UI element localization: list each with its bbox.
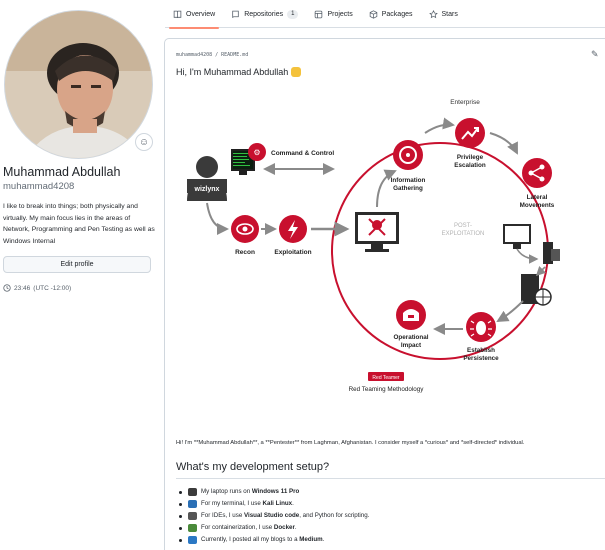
tab-overview[interactable]: Overview <box>165 0 223 29</box>
tab-packages-label: Packages <box>381 10 413 18</box>
setup-list: My laptop runs on Windows 11 Pro For my … <box>179 486 369 546</box>
post-exploitation-label-1: POST- <box>454 223 472 229</box>
setup-item-bold: Visual Studio code <box>243 512 300 519</box>
post-exploitation-label-2: EXPLOITATION <box>442 231 485 237</box>
recon-label: Recon <box>235 249 255 256</box>
setup-item-text: For my terminal, I use <box>201 500 263 507</box>
c2-label: Command & Control <box>271 150 334 157</box>
setup-item-terminal: For my terminal, I use Kali Linux. <box>179 498 369 510</box>
setup-item-bold: Kali Linux <box>262 500 293 507</box>
setup-item-bold: Windows 11 Pro <box>251 488 300 495</box>
red-teamer-badge-text: Red Teamer <box>372 375 399 381</box>
container-icon <box>188 524 197 532</box>
repo-icon <box>232 10 239 18</box>
profile-name: Muhammad Abdullah <box>3 165 121 179</box>
tab-packages[interactable]: Packages <box>361 0 421 28</box>
clock-icon <box>3 284 11 292</box>
enterprise-label: Enterprise <box>450 99 480 106</box>
edit-readme-pencil-icon[interactable]: ✎ <box>591 49 599 60</box>
lateral-label-1: Lateral <box>527 194 548 201</box>
tab-projects-label: Projects <box>327 10 353 18</box>
setup-item-post: , and Python for scripting. <box>299 512 370 519</box>
red-team-diagram: Enterprise wizlynx ⚙ Command & Control R… <box>187 96 560 393</box>
repositories-count: 1 <box>287 9 299 19</box>
set-status-button[interactable]: ☺ <box>135 133 153 151</box>
attacker-figure: wizlynx <box>187 156 227 201</box>
enterprise-circle <box>331 142 549 360</box>
lateral-label-2: Movements <box>520 202 555 209</box>
setup-item-ide: For IDEs, I use Visual Studio code, and … <box>179 510 369 522</box>
setup-item-bold: Medium <box>299 536 323 543</box>
lateral-movement-share-icon <box>522 158 552 188</box>
impact-label-2: Impact <box>401 342 422 349</box>
attacker-label: wizlynx <box>194 186 220 193</box>
local-time-value: 23:46 <box>14 284 31 292</box>
tab-projects[interactable]: Projects <box>306 0 360 28</box>
exploitation-label: Exploitation <box>274 249 311 256</box>
internal-workstation-icon <box>503 224 531 249</box>
profile-bio: I like to break into things; both physic… <box>3 203 155 245</box>
star-icon <box>428 9 438 18</box>
tab-repositories-label: Repositories <box>244 10 284 18</box>
profile-tabnav: Overview Repositories 1 Projects Package… <box>165 0 605 29</box>
server-globe-icon <box>521 274 552 306</box>
setup-item-post: . <box>292 500 294 507</box>
terminal-icon <box>188 500 197 508</box>
setup-item-text: For containerization, I use <box>201 524 274 531</box>
tab-stars[interactable]: Stars <box>421 0 466 28</box>
svg-text:⚙: ⚙ <box>253 148 260 157</box>
heading-divider <box>176 478 605 479</box>
avatar-container: ☺ <box>4 10 153 159</box>
setup-item-post: . <box>294 524 297 531</box>
readme-intro: Hi! I'm **Muhammad Abdullah**, a **Pente… <box>176 440 525 446</box>
setup-item-blog: Currently, I posted all my blogs to a Me… <box>179 534 369 546</box>
globe-icon <box>188 536 197 544</box>
readme-greeting-text: Hi, I'm Muhammad Abdullah <box>176 67 289 77</box>
persistence-label-1: Establish <box>467 347 495 354</box>
impact-label-1: Operational <box>394 334 429 341</box>
info-gathering-label-1: Information <box>391 177 426 184</box>
local-time: 23:46 (UTC -12:00) <box>3 284 71 292</box>
readme-greeting: Hi, I'm Muhammad Abdullah <box>176 67 302 77</box>
diagram-caption: Red Teaming Methodology <box>349 386 425 393</box>
setup-item-text: For IDEs, I use <box>201 512 244 519</box>
setup-item-container: For containerization, I use Docker. <box>179 522 369 534</box>
smiley-icon: ☺ <box>138 136 150 148</box>
setup-heading: What's my development setup? <box>176 461 330 473</box>
avatar-photo <box>5 11 152 158</box>
priv-esc-label-2: Escalation <box>454 162 486 169</box>
readme-panel: muhammad4208 / README.md ✎ Hi, I'm Muham… <box>164 38 605 550</box>
edit-profile-button[interactable]: Edit profile <box>3 256 151 273</box>
book-icon <box>173 10 182 18</box>
tools-icon <box>188 512 197 520</box>
setup-item-laptop: My laptop runs on Windows 11 Pro <box>179 486 369 498</box>
avatar[interactable] <box>4 10 153 159</box>
readme-path[interactable]: muhammad4208 / README.md <box>176 52 248 58</box>
tab-overview-label: Overview <box>186 10 216 18</box>
waving-hand-icon <box>291 67 302 77</box>
laptop-icon <box>188 488 197 496</box>
tab-repositories[interactable]: Repositories 1 <box>223 0 306 28</box>
setup-item-text: My laptop runs on <box>201 488 252 495</box>
package-icon <box>369 9 377 19</box>
server-icon <box>543 242 560 264</box>
priv-esc-label-1: Privilege <box>457 154 484 161</box>
setup-item-post: . <box>322 536 325 543</box>
setup-item-bold: Docker <box>273 524 295 531</box>
persistence-label-2: Persistence <box>463 355 499 362</box>
tab-stars-label: Stars <box>441 10 458 18</box>
info-gathering-label-2: Gathering <box>393 185 423 192</box>
timezone-value: (UTC -12:00) <box>33 284 72 292</box>
table-icon <box>315 10 323 18</box>
profile-login: muhammad4208 <box>3 181 75 192</box>
setup-item-text: Currently, I posted all my blogs to a <box>201 536 300 543</box>
compromised-host-icon <box>355 212 399 252</box>
